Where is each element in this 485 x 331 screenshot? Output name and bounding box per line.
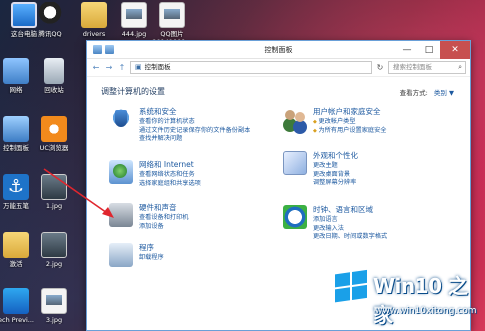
desktop-icon-recycle-bin[interactable]: 回收站 xyxy=(32,58,76,94)
category-link[interactable]: 添加语言 xyxy=(313,216,387,225)
address-bar[interactable]: ▣ 控制面板 xyxy=(130,61,372,74)
control-panel-icon xyxy=(3,116,29,142)
category-programs: 程序 卸载程序 xyxy=(109,243,164,267)
window-controls: — □ ✕ xyxy=(396,41,470,59)
category-appearance: 外观和个性化 更改主题 更改桌面背景 调整屏幕分辨率 xyxy=(283,151,358,188)
up-button[interactable]: ↑ xyxy=(117,63,127,72)
shield-icon[interactable] xyxy=(109,107,133,131)
category-title[interactable]: 硬件和声音 xyxy=(139,203,189,212)
desktop-icon-label: 2.jpg xyxy=(45,260,63,268)
refresh-button[interactable]: ↻ xyxy=(375,63,385,72)
clock-globe-icon[interactable] xyxy=(283,205,307,229)
category-title[interactable]: 外观和个性化 xyxy=(313,151,358,160)
users-icon[interactable] xyxy=(283,107,307,131)
image-icon xyxy=(41,288,67,314)
appearance-icon[interactable] xyxy=(283,151,307,175)
watermark-title: Win10 之家 xyxy=(373,274,468,327)
category-title[interactable]: 时钟、语言和区域 xyxy=(313,205,387,214)
folder-icon xyxy=(81,2,107,28)
category-title[interactable]: 网络和 Internet xyxy=(139,160,201,169)
category-link[interactable]: 查找并解决问题 xyxy=(139,135,250,144)
category-link[interactable]: 查看网络状态和任务 xyxy=(139,171,201,180)
category-link[interactable]: 查看你的计算机状态 xyxy=(139,118,250,127)
image-icon xyxy=(121,2,147,28)
watermark-url: www.win10xitong.com xyxy=(375,306,477,316)
category-link[interactable]: 更改帐户类型 xyxy=(313,118,387,127)
view-by-dropdown[interactable]: 类别 ▼ xyxy=(434,89,454,97)
desktop-icon-label: drivers xyxy=(82,30,106,38)
wubi-icon: ⚓ xyxy=(3,174,29,200)
image-icon xyxy=(159,2,185,28)
recycle-bin-icon xyxy=(44,58,64,84)
view-by: 查看方式: 类别 ▼ xyxy=(400,87,454,97)
windows-logo-icon xyxy=(335,269,369,305)
qq-icon xyxy=(37,2,63,28)
search-icon[interactable]: ⌕ xyxy=(458,62,462,73)
desktop-icon-qq[interactable]: 腾讯QQ xyxy=(28,2,72,38)
category-link[interactable]: 添加设备 xyxy=(139,223,189,232)
category-link[interactable]: 调整屏幕分辨率 xyxy=(313,179,358,188)
desktop-icon-label: 1.jpg xyxy=(45,202,63,210)
control-panel-small-icon: ▣ xyxy=(135,63,142,71)
category-network-internet: 网络和 Internet 查看网络状态和任务 选择家庭组和共享选项 xyxy=(109,160,201,188)
page-heading: 调整计算机的设置 xyxy=(101,87,165,96)
category-link[interactable]: 更改主题 xyxy=(313,162,358,171)
image-icon xyxy=(41,232,67,258)
uc-browser-icon xyxy=(41,116,67,142)
category-link[interactable]: 为所有用户设置家庭安全 xyxy=(313,127,386,136)
desktop-icon-label: 3.jpg xyxy=(45,316,63,324)
control-panel-content: 调整计算机的设置 查看方式: 类别 ▼ 系统和安全 查看你的计算机状态 通过文件… xyxy=(87,77,470,267)
desktop-icon-3jpg[interactable]: 3.jpg xyxy=(32,288,76,324)
desktop-icon-label: 腾讯QQ xyxy=(38,30,62,38)
category-system-security: 系统和安全 查看你的计算机状态 通过文件历史记录保存你的文件备份副本 查找并解决… xyxy=(109,107,250,144)
search-placeholder: 搜索控制面板 xyxy=(393,63,432,71)
maximize-button[interactable]: □ xyxy=(418,41,440,59)
back-button[interactable]: ← xyxy=(91,63,101,72)
view-by-label: 查看方式: xyxy=(399,89,428,97)
category-link[interactable]: 查看设备和打印机 xyxy=(139,214,189,223)
category-link[interactable]: 更改日期、时间或数字格式 xyxy=(313,233,387,242)
desktop-icon-label: 回收站 xyxy=(44,86,64,94)
desktop-icon-label: UC浏览器 xyxy=(39,144,69,152)
desktop-icon-drivers[interactable]: drivers xyxy=(72,2,116,38)
network-icon xyxy=(3,58,29,84)
address-text: 控制面板 xyxy=(144,63,171,71)
desktop-icon-uc-browser[interactable]: UC浏览器 xyxy=(32,116,76,152)
category-link[interactable]: 选择家庭组和共享选项 xyxy=(139,180,201,189)
category-clock-language-region: 时钟、语言和区域 添加语言 更改输入法 更改日期、时间或数字格式 xyxy=(283,205,387,242)
watermark: Win10 之家 www.win10xitong.com xyxy=(335,268,485,331)
desktop-icon-1jpg[interactable]: 1.jpg xyxy=(32,174,76,210)
title-bar[interactable]: 控制面板 — □ ✕ xyxy=(87,41,470,59)
desktop-icon-2jpg[interactable]: 2.jpg xyxy=(32,232,76,268)
folder-icon xyxy=(3,232,29,258)
category-title[interactable]: 程序 xyxy=(139,243,164,252)
printer-icon[interactable] xyxy=(109,203,133,227)
category-title[interactable]: 系统和安全 xyxy=(139,107,250,116)
minimize-button[interactable]: — xyxy=(396,41,418,59)
search-input[interactable]: 搜索控制面板 ⌕ xyxy=(388,61,466,74)
category-title[interactable]: 用户帐户和家庭安全 xyxy=(313,107,387,116)
category-link[interactable]: 卸载程序 xyxy=(139,254,164,263)
programs-icon[interactable] xyxy=(109,243,133,267)
windows-icon xyxy=(3,288,29,314)
close-button[interactable]: ✕ xyxy=(440,41,470,59)
forward-button[interactable]: → xyxy=(104,63,114,72)
category-hardware-sound: 硬件和声音 查看设备和打印机 添加设备 xyxy=(109,203,189,231)
network-globe-icon[interactable] xyxy=(109,160,133,184)
category-user-accounts: 用户帐户和家庭安全 更改帐户类型 为所有用户设置家庭安全 xyxy=(283,107,387,135)
image-icon xyxy=(41,174,67,200)
navigation-bar: ← → ↑ ▣ 控制面板 ↻ 搜索控制面板 ⌕ xyxy=(87,59,470,77)
